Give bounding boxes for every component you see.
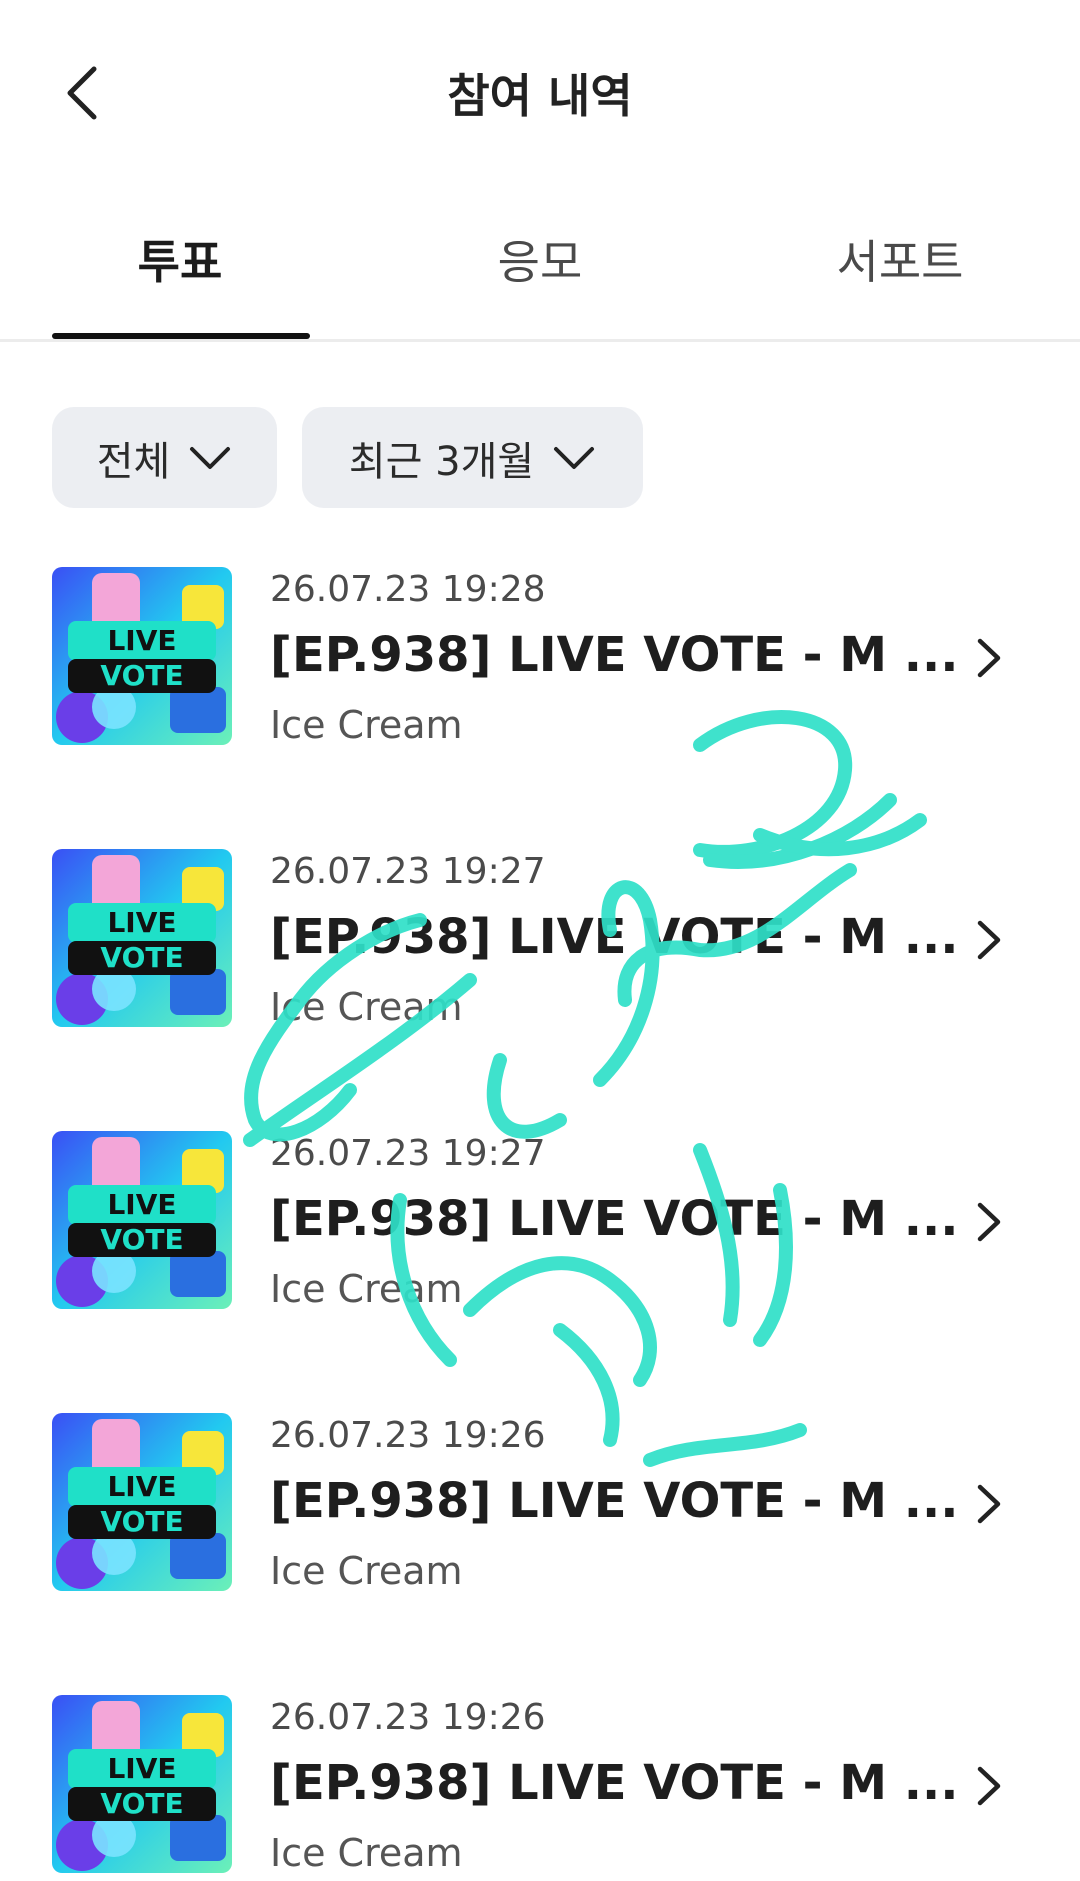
item-subtitle: Ice Cream [270, 1267, 463, 1311]
thumbnail-text-line2: VOTE [100, 1223, 183, 1256]
tab-vote[interactable]: 투표 [30, 226, 330, 336]
chevron-right-icon[interactable] [968, 1761, 1008, 1811]
thumbnail-text-line2: VOTE [100, 941, 183, 974]
item-title: [EP.938] LIVE VOTE - M ... [270, 909, 959, 965]
live-vote-thumbnail: LIVE VOTE [52, 567, 232, 745]
period-filter-dropdown[interactable]: 최근 3개월 [302, 407, 643, 508]
item-date: 26.07.23 19:27 [270, 851, 546, 892]
item-date: 26.07.23 19:27 [270, 1133, 546, 1174]
thumbnail-text-line2: VOTE [100, 659, 183, 692]
thumbnail-text-line2: VOTE [100, 1787, 183, 1820]
thumbnail-text-line2: VOTE [100, 1505, 183, 1538]
item-date: 26.07.23 19:28 [270, 569, 546, 610]
page-title: 참여 내역 [447, 69, 633, 123]
live-vote-thumbnail: LIVE VOTE [52, 849, 232, 1027]
chevron-right-icon[interactable] [968, 1197, 1008, 1247]
type-filter-label: 전체 [96, 438, 171, 485]
item-title: [EP.938] LIVE VOTE - M ... [270, 627, 959, 683]
live-vote-thumbnail: LIVE VOTE [52, 1413, 232, 1591]
chevron-down-icon [554, 446, 595, 469]
item-title: [EP.938] LIVE VOTE - M ... [270, 1473, 959, 1529]
chevron-right-icon[interactable] [968, 633, 1008, 683]
item-title: [EP.938] LIVE VOTE - M ... [270, 1191, 959, 1247]
list-item[interactable]: LIVE VOTE 26.07.23 19:26 [EP.938] LIVE V… [0, 1413, 1080, 1613]
active-tab-indicator [52, 333, 310, 339]
thumbnail-text-line1: LIVE [107, 624, 176, 657]
live-vote-thumbnail: LIVE VOTE [52, 1695, 232, 1873]
list-item[interactable]: LIVE VOTE 26.07.23 19:26 [EP.938] LIVE V… [0, 1695, 1080, 1881]
item-date: 26.07.23 19:26 [270, 1415, 546, 1456]
thumbnail-text-line1: LIVE [107, 1470, 176, 1503]
participation-history-screen: 참여 내역 투표 응모 서포트 전체 최근 3개월 LIVE VOTE 26.0… [0, 0, 1080, 1881]
chevron-right-icon[interactable] [968, 1479, 1008, 1529]
item-subtitle: Ice Cream [270, 703, 463, 747]
list-item[interactable]: LIVE VOTE 26.07.23 19:28 [EP.938] LIVE V… [0, 567, 1080, 767]
thumbnail-text-line1: LIVE [107, 906, 176, 939]
item-title: [EP.938] LIVE VOTE - M ... [270, 1755, 959, 1811]
item-subtitle: Ice Cream [270, 985, 463, 1029]
chevron-down-icon [190, 446, 231, 469]
thumbnail-text-line1: LIVE [107, 1752, 176, 1785]
top-bar: 참여 내역 [0, 0, 1080, 180]
chevron-right-icon[interactable] [968, 915, 1008, 965]
tab-bar: 투표 응모 서포트 [0, 220, 1080, 342]
live-vote-thumbnail: LIVE VOTE [52, 1131, 232, 1309]
list-item[interactable]: LIVE VOTE 26.07.23 19:27 [EP.938] LIVE V… [0, 1131, 1080, 1331]
list-item[interactable]: LIVE VOTE 26.07.23 19:27 [EP.938] LIVE V… [0, 849, 1080, 1049]
period-filter-label: 최근 3개월 [348, 438, 535, 485]
item-subtitle: Ice Cream [270, 1549, 463, 1593]
type-filter-dropdown[interactable]: 전체 [52, 407, 277, 508]
item-subtitle: Ice Cream [270, 1831, 463, 1875]
tab-entry[interactable]: 응모 [390, 226, 690, 336]
item-date: 26.07.23 19:26 [270, 1697, 546, 1738]
tab-support[interactable]: 서포트 [750, 226, 1050, 336]
thumbnail-text-line1: LIVE [107, 1188, 176, 1221]
